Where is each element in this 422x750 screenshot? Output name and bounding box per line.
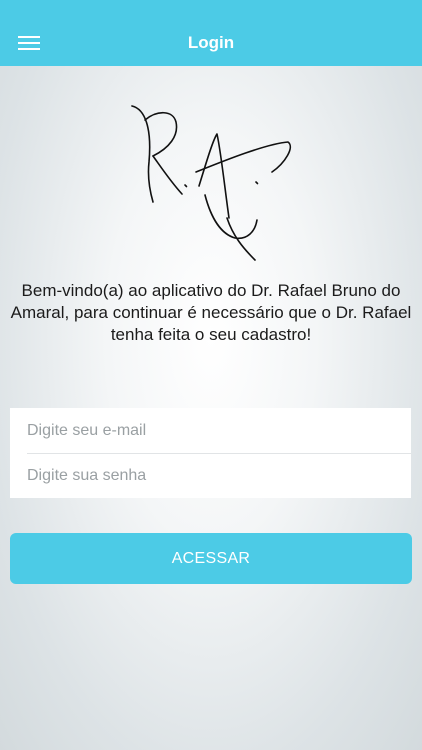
welcome-message: Bem-vindo(a) ao aplicativo do Dr. Rafael… bbox=[10, 281, 412, 344]
email-field[interactable] bbox=[10, 408, 411, 453]
top-bar: Login bbox=[0, 0, 422, 66]
signature-logo bbox=[131, 105, 292, 261]
password-field[interactable] bbox=[10, 453, 411, 498]
login-form bbox=[10, 408, 411, 498]
page-title: Login bbox=[187, 33, 235, 52]
login-screen: Login Bem-vindo(a) ao aplicativo do Dr. … bbox=[0, 0, 422, 750]
access-button[interactable]: ACESSAR bbox=[10, 533, 412, 584]
